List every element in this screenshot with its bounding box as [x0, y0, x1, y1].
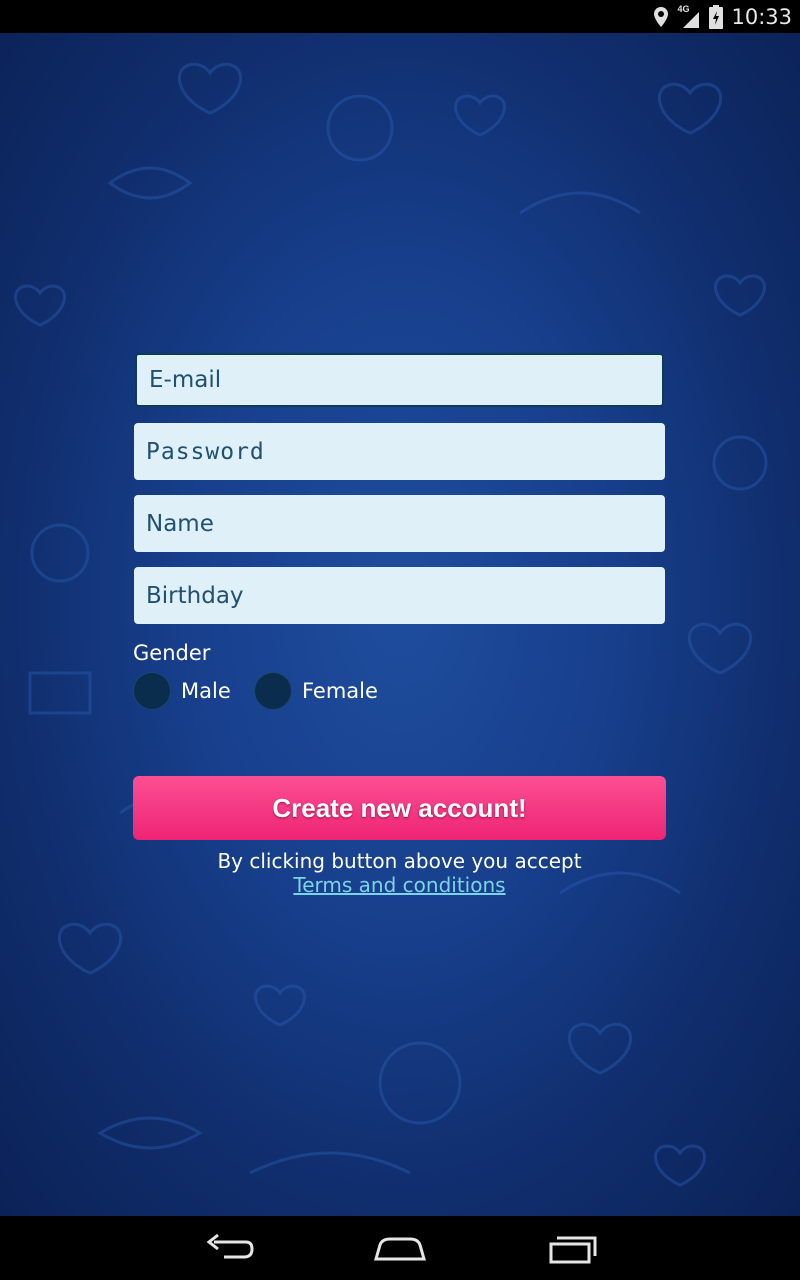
battery-icon [709, 4, 724, 29]
male-radio[interactable] [133, 672, 171, 710]
doodle-background [14, 62, 768, 1187]
gender-label: Gender [133, 641, 211, 665]
birthday-field[interactable] [134, 567, 665, 624]
back-icon[interactable] [200, 1230, 260, 1266]
clock: 10:33 [731, 4, 792, 29]
password-field[interactable] [134, 423, 665, 480]
signup-screen: Gender Male Female Create new account! B… [0, 33, 800, 1216]
name-field[interactable] [134, 495, 665, 552]
recents-icon[interactable] [541, 1230, 601, 1266]
status-bar: 4G 10:33 [0, 0, 800, 33]
location-icon [654, 6, 669, 27]
gender-option-male[interactable]: Male [133, 671, 231, 711]
female-label: Female [302, 679, 378, 703]
email-field[interactable] [135, 353, 664, 407]
male-label: Male [181, 679, 231, 703]
terms-link[interactable]: Terms and conditions [133, 873, 666, 897]
navigation-bar [0, 1216, 800, 1280]
terms-notice: By clicking button above you accept [217, 849, 582, 873]
female-radio[interactable] [254, 672, 292, 710]
home-icon[interactable] [370, 1230, 430, 1266]
signal-icon: 4G [677, 4, 701, 28]
create-account-button[interactable]: Create new account! [133, 776, 666, 840]
status-icons: 4G 10:33 [653, 0, 792, 33]
gender-option-female[interactable]: Female [254, 671, 378, 711]
